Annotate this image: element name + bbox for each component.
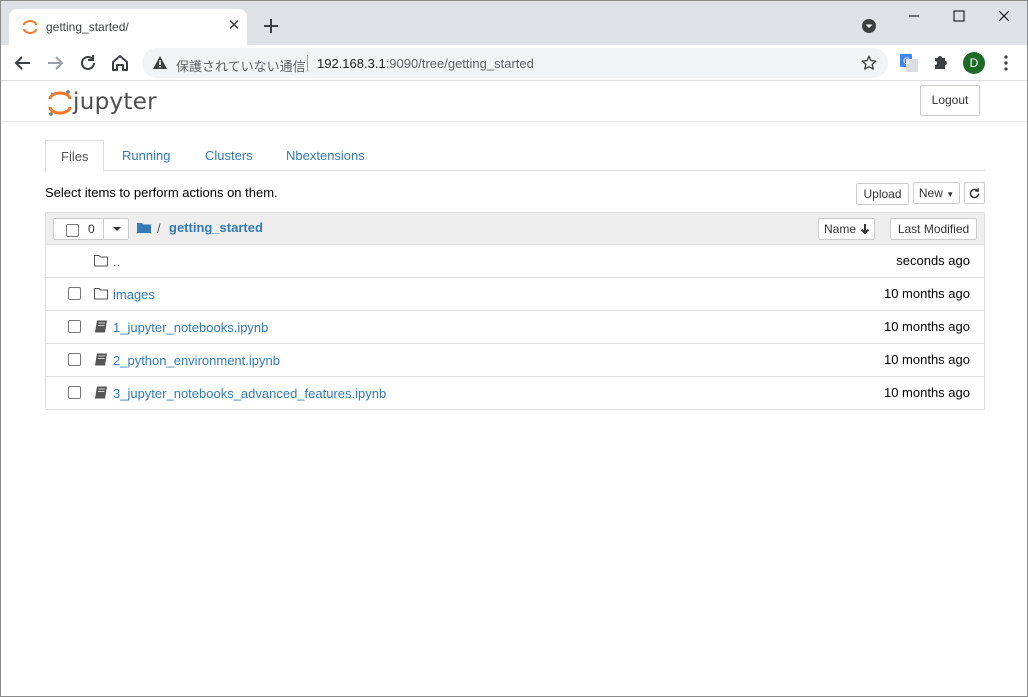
folder-outline-icon xyxy=(94,288,108,300)
browser-tab[interactable]: getting_started/ ✕ xyxy=(9,9,247,45)
select-all-group: 0 xyxy=(53,218,129,240)
item-name[interactable]: images xyxy=(113,287,155,302)
folder-icon[interactable] xyxy=(137,221,151,234)
select-dropdown-icon[interactable] xyxy=(112,223,122,235)
new-dropdown-button[interactable]: New ▼ xyxy=(913,182,960,204)
extensions-puzzle-icon[interactable] xyxy=(931,52,951,72)
close-tab-icon[interactable]: ✕ xyxy=(225,17,243,35)
reload-icon[interactable] xyxy=(76,51,100,75)
tab-title: getting_started/ xyxy=(46,20,129,34)
selection-hint: Select items to perform actions on them. xyxy=(45,185,278,200)
notebook-icon xyxy=(95,353,107,366)
sort-by-modified-button[interactable]: Last Modified xyxy=(890,218,977,240)
item-modified: 10 months ago xyxy=(883,352,970,367)
arrow-down-icon xyxy=(860,224,870,235)
jupyter-logo[interactable]: jupyter xyxy=(47,86,167,118)
jupyter-header: jupyter Logout xyxy=(1,81,1027,122)
list-item[interactable]: 1_jupyter_notebooks.ipynb 10 months ago xyxy=(46,311,984,344)
sort-by-name-button[interactable]: Name xyxy=(818,218,875,240)
jupyter-logo-icon xyxy=(48,90,72,116)
item-checkbox[interactable] xyxy=(68,386,81,399)
minimize-icon[interactable] xyxy=(891,1,937,31)
jupyter-tabs: Files Running Clusters Nbextensions xyxy=(45,140,985,172)
notebook-icon xyxy=(95,320,107,333)
address-bar[interactable]: 保護されていない通信 192.168.3.1:9090/tree/getting… xyxy=(142,48,888,78)
logo-text: jupyter xyxy=(73,89,157,115)
item-modified: 10 months ago xyxy=(883,286,970,301)
item-modified: 10 months ago xyxy=(883,385,970,400)
new-tab-icon[interactable] xyxy=(259,14,283,38)
select-divider xyxy=(103,219,104,239)
item-modified: 10 months ago xyxy=(883,319,970,334)
item-modified: seconds ago xyxy=(896,253,970,268)
select-all-checkbox[interactable] xyxy=(66,224,79,237)
selected-count: 0 xyxy=(88,222,95,236)
caret-down-icon: ▼ xyxy=(946,190,955,199)
item-checkbox[interactable] xyxy=(68,353,81,366)
warning-icon[interactable] xyxy=(152,55,168,71)
item-name[interactable]: 3_jupyter_notebooks_advanced_features.ip… xyxy=(113,386,386,401)
upload-button[interactable]: Upload xyxy=(856,183,909,205)
item-checkbox[interactable] xyxy=(68,287,81,300)
close-window-icon[interactable] xyxy=(981,1,1027,31)
url-text[interactable]: 192.168.3.1:9090/tree/getting_started xyxy=(317,56,534,71)
address-separator xyxy=(307,55,308,71)
translate-extension-icon[interactable]: G xyxy=(899,53,919,73)
notebook-icon xyxy=(95,386,107,399)
tab-files[interactable]: Files xyxy=(45,140,105,172)
sort-name-label: Name xyxy=(824,222,857,236)
logout-button[interactable]: Logout xyxy=(920,85,980,116)
list-item[interactable]: images 10 months ago xyxy=(46,278,984,311)
file-list-header: 0 / getting_started Name Last Modified xyxy=(46,213,984,245)
security-label[interactable]: 保護されていない通信 xyxy=(176,56,306,75)
list-item[interactable]: 3_jupyter_notebooks_advanced_features.ip… xyxy=(46,377,984,410)
refresh-icon xyxy=(969,188,980,199)
item-name[interactable]: 2_python_environment.ipynb xyxy=(113,353,280,368)
breadcrumb-current-folder[interactable]: getting_started xyxy=(169,220,263,235)
item-name[interactable]: .. xyxy=(113,254,120,269)
item-checkbox[interactable] xyxy=(68,320,81,333)
browser-menu-icon[interactable] xyxy=(997,53,1015,73)
maximize-icon[interactable] xyxy=(936,1,982,31)
list-item-parent[interactable]: .. seconds ago xyxy=(46,245,984,278)
browser-window: getting_started/ ✕ 保護されていない通信 192.168.3.… xyxy=(0,0,1028,697)
bookmark-star-icon[interactable] xyxy=(860,54,878,72)
home-icon[interactable] xyxy=(108,51,132,75)
item-name[interactable]: 1_jupyter_notebooks.ipynb xyxy=(113,320,268,335)
browser-toolbar: 保護されていない通信 192.168.3.1:9090/tree/getting… xyxy=(1,45,1027,81)
back-icon[interactable] xyxy=(11,51,35,75)
forward-icon[interactable] xyxy=(43,51,67,75)
new-label: New xyxy=(918,186,943,200)
url-path: :9090/tree/getting_started xyxy=(385,56,534,71)
breadcrumb-separator: / xyxy=(157,221,161,236)
url-host: 192.168.3.1 xyxy=(317,56,386,71)
tab-clusters[interactable]: Clusters xyxy=(190,140,268,171)
profile-avatar[interactable]: D xyxy=(963,52,985,74)
tab-nbextensions[interactable]: Nbextensions xyxy=(271,140,380,171)
jupyter-favicon-icon xyxy=(23,20,37,34)
list-item[interactable]: 2_python_environment.ipynb 10 months ago xyxy=(46,344,984,377)
svg-text:G: G xyxy=(903,57,910,67)
file-list: 0 / getting_started Name Last Modified .… xyxy=(45,212,985,410)
refresh-button[interactable] xyxy=(964,182,985,204)
folder-outline-icon xyxy=(94,255,108,267)
tab-strip: getting_started/ ✕ xyxy=(1,1,1027,45)
tab-search-icon[interactable] xyxy=(859,16,879,36)
tab-running[interactable]: Running xyxy=(107,140,185,171)
